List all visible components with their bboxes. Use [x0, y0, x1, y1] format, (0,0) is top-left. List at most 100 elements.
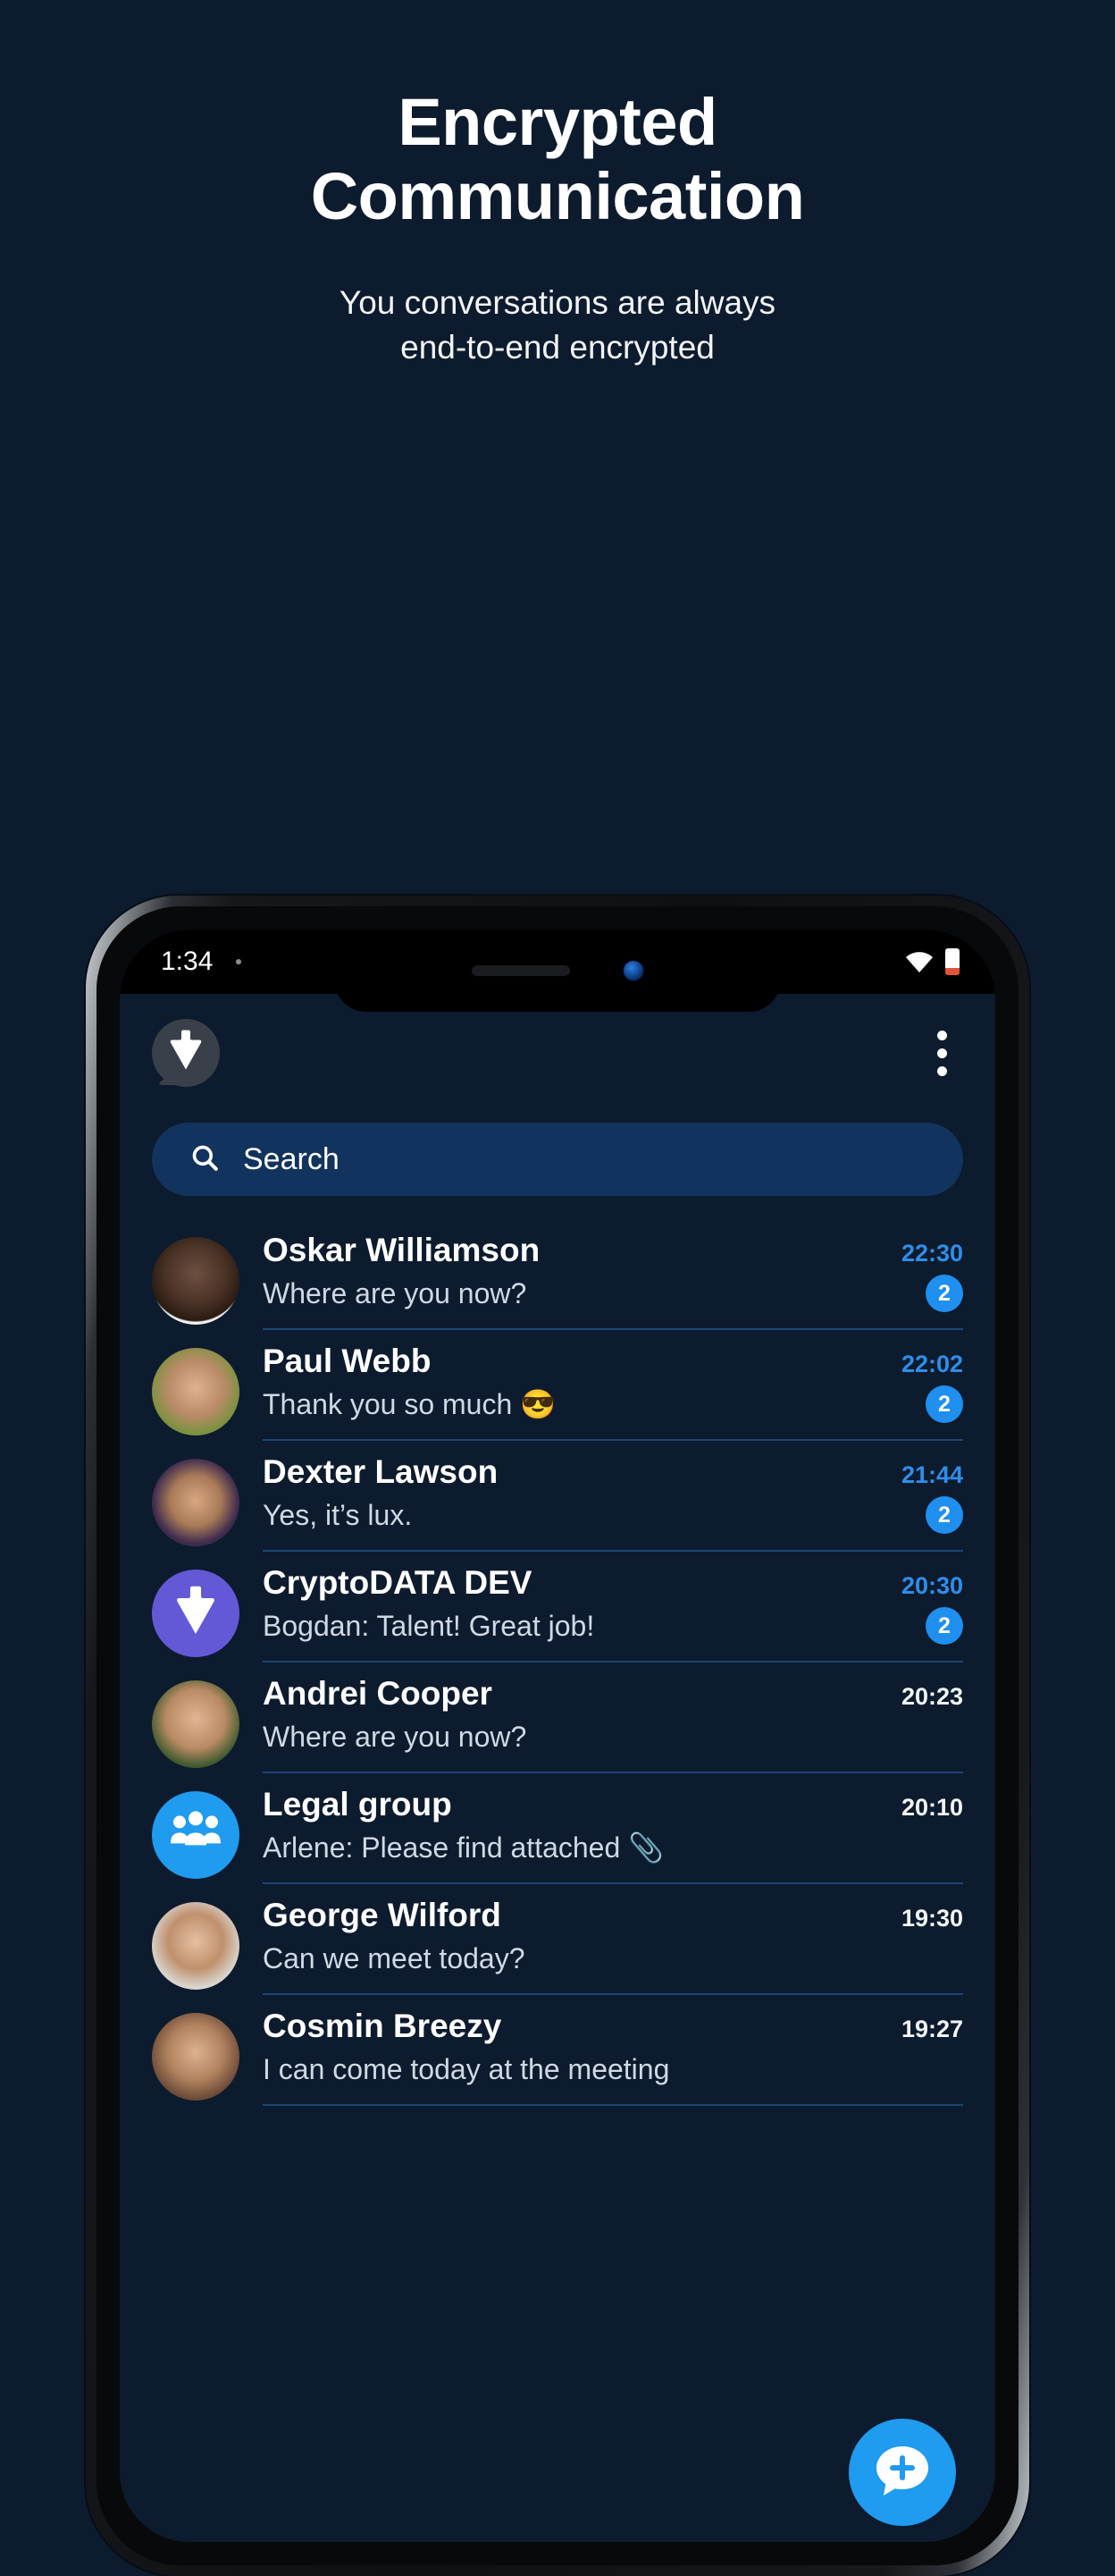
phone-mockup: 1:34 Search Oskar Williamson 22:30 Where… — [70, 896, 1045, 2576]
chat-item-header: George Wilford 19:30 — [263, 1897, 963, 1934]
overflow-menu-icon[interactable] — [930, 1023, 954, 1083]
chat-preview: Where are you now? — [263, 1276, 527, 1309]
chat-list-item[interactable]: Cosmin Breezy 19:27 I can come today at th… — [120, 1995, 995, 2106]
phone-screen: 1:34 Search Oskar Williamson 22:30 Where… — [120, 930, 995, 2542]
chat-item-footer: I can come today at the meeting — [263, 2050, 963, 2088]
hero-section: Encrypted Communication You conversation… — [0, 0, 1115, 370]
chat-list[interactable]: Oskar Williamson 22:30 Where are you now? 2… — [120, 1219, 995, 2106]
menu-dot — [937, 1048, 947, 1058]
unread-badge: 2 — [926, 1496, 963, 1534]
group-people-icon — [168, 1809, 223, 1858]
wifi-icon — [904, 950, 935, 973]
chat-item-footer: Thank you so much 😎 2 — [263, 1385, 963, 1423]
search-container: Search — [120, 1112, 995, 1196]
avatar — [152, 1680, 239, 1768]
status-bar-right — [904, 948, 960, 975]
chat-name: Dexter Lawson — [263, 1453, 499, 1490]
chat-list-item[interactable]: Oskar Williamson 22:30 Where are you now? 2 — [120, 1219, 995, 1330]
chat-preview: Thank you so much 😎 — [263, 1388, 556, 1420]
chat-preview: Arlene: Please find attached 📎 — [263, 1831, 664, 1864]
chat-item-footer: Can we meet today? — [263, 1940, 963, 1977]
chat-timestamp: 22:02 — [901, 1351, 963, 1377]
chat-timestamp: 20:23 — [901, 1683, 963, 1710]
chat-item-content: Oskar Williamson 22:30 Where are you now? 2 — [263, 1232, 963, 1330]
chat-timestamp: 22:30 — [901, 1240, 963, 1267]
avatar — [152, 1902, 239, 1990]
chat-item-footer: Where are you now? 2 — [263, 1275, 963, 1312]
phone-bezel: 1:34 Search Oskar Williamson 22:30 Where… — [96, 906, 1019, 2565]
battery-icon — [945, 948, 960, 975]
chat-preview: Bogdan: Talent! Great job! — [263, 1609, 595, 1642]
display-notch — [334, 930, 781, 1012]
chat-item-header: Dexter Lawson 21:44 — [263, 1453, 963, 1491]
app-logo-diamond-icon — [169, 1030, 203, 1074]
new-chat-fab-button[interactable] — [849, 2419, 956, 2526]
chat-name: Oskar Williamson — [263, 1232, 541, 1268]
app-logo-diamond-icon — [175, 1586, 216, 1638]
chat-preview: I can come today at the meeting — [263, 2052, 670, 2085]
chat-item-footer: Bogdan: Talent! Great job! 2 — [263, 1607, 963, 1645]
page-title-line2: Communication — [310, 158, 805, 233]
chat-item-header: Legal group 20:10 — [263, 1786, 963, 1823]
page-title: Encrypted Communication — [0, 85, 1115, 234]
chat-name: Paul Webb — [263, 1343, 432, 1379]
avatar — [152, 1237, 239, 1325]
chat-name: Cosmin Breezy — [263, 2008, 502, 2044]
chat-name: CryptoDATA DEV — [263, 1564, 532, 1601]
unread-badge: 2 — [926, 1385, 963, 1423]
status-bar-clock: 1:34 — [161, 947, 214, 976]
chat-list-item[interactable]: Dexter Lawson 21:44 Yes, it’s lux. 2 — [120, 1441, 995, 1552]
search-icon — [189, 1142, 220, 1177]
chat-item-header: CryptoDATA DEV 20:30 — [263, 1564, 963, 1602]
status-bar-left: 1:34 — [161, 947, 242, 977]
chat-timestamp: 19:27 — [901, 2016, 963, 2042]
chat-item-header: Oskar Williamson 22:30 — [263, 1232, 963, 1269]
page-subtitle-line2: end-to-end encrypted — [400, 328, 715, 366]
page-subtitle: You conversations are always end-to-end … — [0, 281, 1115, 370]
chat-item-content: Paul Webb 22:02 Thank you so much 😎 2 — [263, 1343, 963, 1441]
speaker-grille-icon — [472, 965, 570, 976]
chat-name: George Wilford — [263, 1897, 501, 1933]
avatar-group-logo — [152, 1570, 239, 1657]
chat-item-content: CryptoDATA DEV 20:30 Bogdan: Talent! Great… — [263, 1564, 963, 1663]
phone-frame: 1:34 Search Oskar Williamson 22:30 Where… — [86, 896, 1029, 2576]
avatar — [152, 1348, 239, 1435]
chat-item-header: Cosmin Breezy 19:27 — [263, 2008, 963, 2045]
status-bar: 1:34 — [120, 930, 995, 1012]
front-camera-icon — [624, 961, 643, 981]
chat-item-footer: Where are you now? — [263, 1718, 963, 1755]
unread-badge: 2 — [926, 1607, 963, 1645]
chat-name: Andrei Cooper — [263, 1675, 492, 1712]
notification-dot-icon — [236, 959, 242, 964]
chat-item-content: George Wilford 19:30 Can we meet today? — [263, 1897, 963, 1995]
unread-badge: 2 — [926, 1275, 963, 1312]
chat-list-item[interactable]: Legal group 20:10 Arlene: Please find atta… — [120, 1773, 995, 1884]
chat-name: Legal group — [263, 1786, 452, 1823]
chat-list-item[interactable]: Paul Webb 22:02 Thank you so much 😎 2 — [120, 1330, 995, 1441]
new-chat-plus-icon — [871, 2439, 934, 2506]
menu-dot — [937, 1065, 947, 1076]
chat-item-content: Legal group 20:10 Arlene: Please find atta… — [263, 1786, 963, 1884]
app-logo-chat-bubble-icon[interactable] — [152, 1019, 220, 1087]
chat-list-item[interactable]: CryptoDATA DEV 20:30 Bogdan: Talent! Great… — [120, 1552, 995, 1663]
search-placeholder: Search — [243, 1141, 340, 1176]
chat-item-content: Cosmin Breezy 19:27 I can come today at th… — [263, 2008, 963, 2106]
chat-list-item[interactable]: Andrei Cooper 20:23 Where are you now? — [120, 1663, 995, 1773]
chat-item-header: Andrei Cooper 20:23 — [263, 1675, 963, 1713]
chat-preview: Yes, it’s lux. — [263, 1498, 413, 1531]
chat-item-content: Andrei Cooper 20:23 Where are you now? — [263, 1675, 963, 1773]
avatar — [152, 1459, 239, 1546]
chat-timestamp: 20:10 — [901, 1794, 963, 1821]
chat-list-item[interactable]: George Wilford 19:30 Can we meet today? — [120, 1884, 995, 1995]
page-title-line1: Encrypted — [398, 85, 717, 159]
chat-preview: Where are you now? — [263, 1720, 527, 1753]
avatar — [152, 2013, 239, 2100]
avatar-group-people — [152, 1791, 239, 1879]
menu-dot — [937, 1030, 947, 1040]
search-input[interactable]: Search — [152, 1123, 963, 1196]
chat-timestamp: 19:30 — [901, 1905, 963, 1932]
chat-item-footer: Yes, it’s lux. 2 — [263, 1496, 963, 1534]
chat-timestamp: 20:30 — [901, 1572, 963, 1599]
page-subtitle-line1: You conversations are always — [339, 283, 776, 321]
chat-timestamp: 21:44 — [901, 1461, 963, 1488]
